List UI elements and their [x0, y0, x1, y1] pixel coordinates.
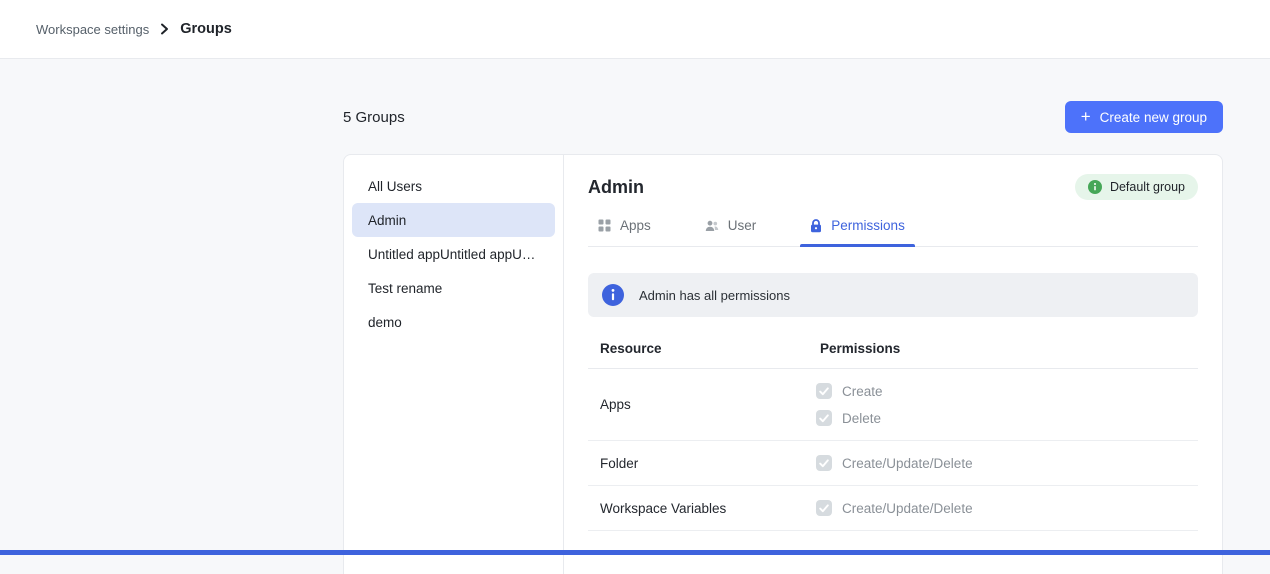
breadcrumb-current-groups: Groups	[180, 21, 232, 37]
apps-grid-icon	[598, 219, 611, 232]
breadcrumb: Workspace settings Groups	[36, 21, 232, 37]
table-row-apps: Apps Create Delete	[588, 369, 1198, 441]
group-item-test-rename[interactable]: Test rename	[352, 271, 555, 305]
column-header-resource: Resource	[588, 341, 808, 356]
permission-folder-cud: Create/Update/Delete	[816, 455, 1198, 471]
group-title: Admin	[588, 177, 644, 198]
permission-checkbox-checked	[816, 383, 832, 399]
info-icon	[1088, 180, 1102, 194]
breadcrumb-workspace-settings[interactable]: Workspace settings	[36, 22, 149, 37]
permissions-info-banner: Admin has all permissions	[588, 273, 1198, 317]
page-head: 5 Groups + Create new group	[343, 101, 1223, 133]
permission-checkbox-checked	[816, 500, 832, 516]
permission-apps-create: Create	[816, 383, 1198, 399]
permission-checkbox-checked	[816, 410, 832, 426]
default-group-badge-label: Default group	[1110, 180, 1185, 194]
bottom-edge-bar	[0, 550, 1270, 555]
tabs: Apps User Permissions	[588, 212, 1198, 247]
groups-card: All Users Admin Untitled appUntitled app…	[343, 154, 1223, 574]
permission-apps-delete: Delete	[816, 410, 1198, 426]
info-circle-icon	[602, 284, 624, 306]
resource-label: Folder	[588, 456, 808, 471]
lock-icon	[810, 219, 822, 233]
groups-page: 5 Groups + Create new group All Users Ad…	[343, 101, 1223, 574]
tab-permissions-label: Permissions	[831, 218, 905, 233]
permissions-info-text: Admin has all permissions	[639, 288, 790, 303]
column-header-permissions: Permissions	[808, 341, 1198, 356]
permission-label: Create/Update/Delete	[842, 501, 973, 516]
group-detail-head: Admin Default group	[588, 174, 1198, 200]
table-row-folder: Folder Create/Update/Delete	[588, 441, 1198, 486]
groups-count-label: 5 Groups	[343, 109, 405, 126]
create-new-group-label: Create new group	[1100, 110, 1207, 125]
permissions-table: Resource Permissions Apps Create	[588, 333, 1198, 531]
permission-workspace-variables-cud: Create/Update/Delete	[816, 500, 1198, 516]
group-item-admin[interactable]: Admin	[352, 203, 555, 237]
tab-apps[interactable]: Apps	[588, 212, 661, 246]
permission-label: Create/Update/Delete	[842, 456, 973, 471]
resource-label: Apps	[588, 397, 808, 412]
topbar: Workspace settings Groups	[0, 0, 1270, 59]
group-list: All Users Admin Untitled appUntitled app…	[344, 155, 564, 574]
permissions-table-header: Resource Permissions	[588, 333, 1198, 369]
tab-apps-label: Apps	[620, 218, 651, 233]
permission-checkbox-checked	[816, 455, 832, 471]
tab-permissions[interactable]: Permissions	[800, 212, 915, 246]
resource-label: Workspace Variables	[588, 501, 808, 516]
tab-user[interactable]: User	[695, 212, 767, 246]
default-group-badge: Default group	[1075, 174, 1198, 200]
permission-label: Delete	[842, 411, 881, 426]
create-new-group-button[interactable]: + Create new group	[1065, 101, 1223, 133]
users-icon	[705, 220, 719, 232]
group-detail: Admin Default group Apps	[564, 155, 1222, 574]
tab-user-label: User	[728, 218, 757, 233]
permission-label: Create	[842, 384, 883, 399]
group-item-all-users[interactable]: All Users	[352, 169, 555, 203]
plus-icon: +	[1081, 108, 1091, 125]
group-item-demo[interactable]: demo	[352, 305, 555, 339]
chevron-right-icon	[160, 23, 169, 35]
group-item-untitled-app[interactable]: Untitled appUntitled appUntitle…	[352, 237, 555, 271]
table-row-workspace-variables: Workspace Variables Create/Update/Delete	[588, 486, 1198, 531]
